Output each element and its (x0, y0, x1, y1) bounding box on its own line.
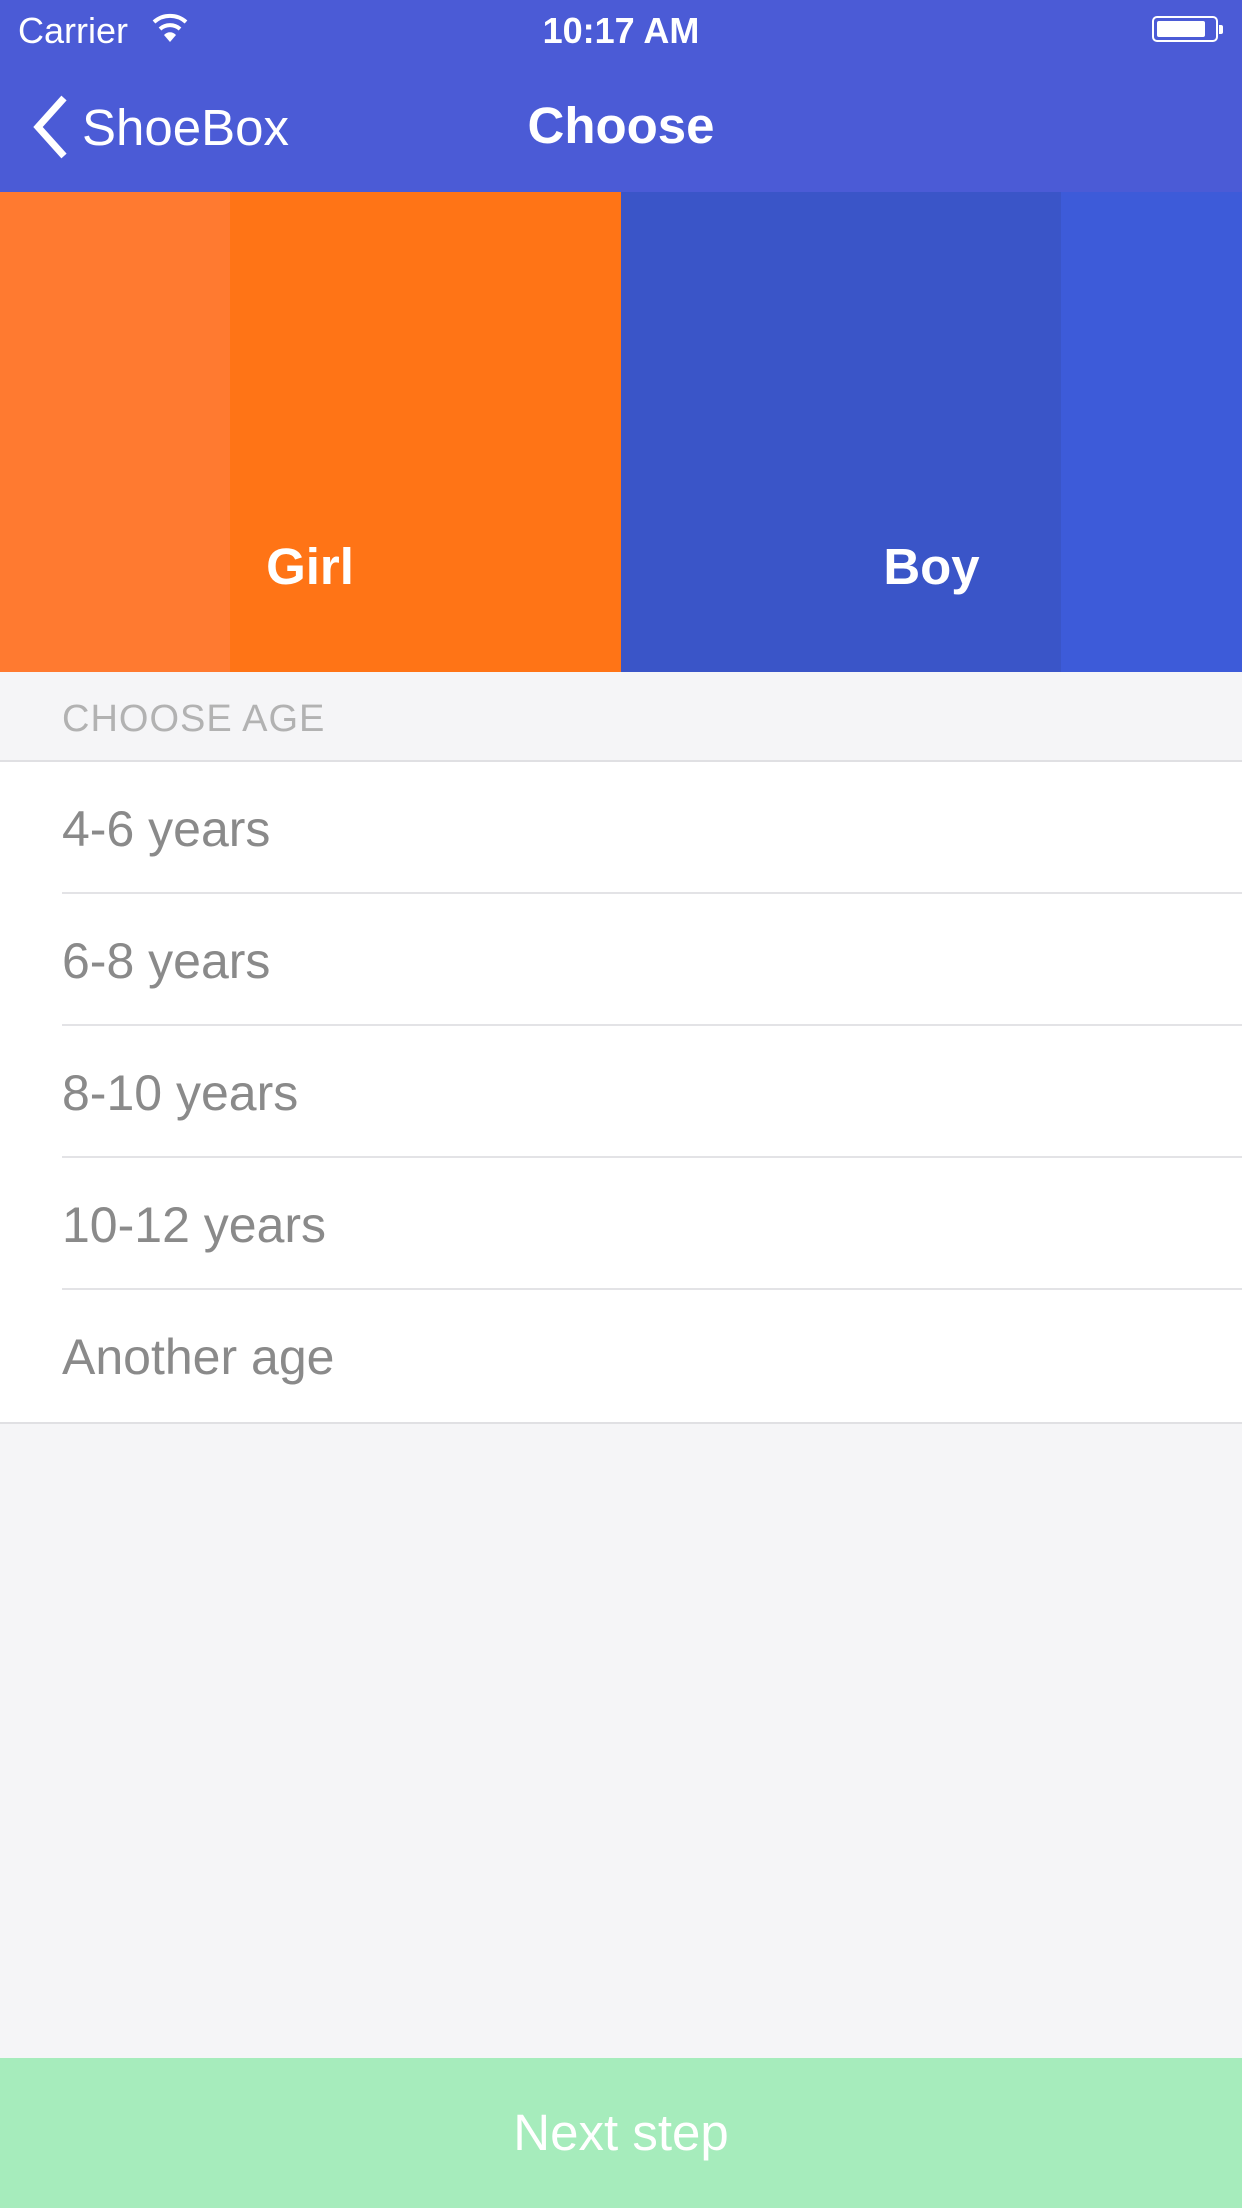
section-title: CHOOSE AGE (62, 698, 326, 740)
navigation-bar: Carrier 10:17 AM ShoeBox Choose (0, 0, 1242, 192)
age-label: 4-6 years (62, 801, 271, 857)
age-option[interactable]: 4-6 years (0, 762, 1242, 894)
age-list: 4-6 years 6-8 years 8-10 years 10-12 yea… (0, 762, 1242, 1424)
age-label: 6-8 years (62, 933, 271, 989)
age-option[interactable]: 8-10 years (0, 1026, 1242, 1158)
age-option[interactable]: 10-12 years (0, 1158, 1242, 1290)
age-label: 8-10 years (62, 1065, 299, 1121)
age-option[interactable]: 6-8 years (0, 894, 1242, 1026)
girl-illustration (230, 192, 621, 672)
clock: 10:17 AM (542, 10, 700, 51)
next-step-button[interactable]: Next step (0, 2058, 1242, 2208)
boy-option[interactable]: Boy (621, 192, 1242, 672)
status-bar: Carrier 10:17 AM (0, 0, 1242, 60)
age-label: 10-12 years (62, 1197, 327, 1253)
page-title: Choose (527, 97, 715, 154)
boy-label: Boy (883, 538, 980, 595)
age-label: Another age (62, 1329, 335, 1385)
girl-label: Girl (266, 538, 354, 595)
girl-option[interactable]: Girl (0, 192, 621, 672)
gender-selector: Girl Boy (0, 192, 1242, 672)
boy-illustration (621, 192, 1061, 672)
age-section-header: CHOOSE AGE (0, 672, 1242, 762)
battery-icon (1152, 16, 1223, 42)
age-option[interactable]: Another age (0, 1290, 1242, 1422)
